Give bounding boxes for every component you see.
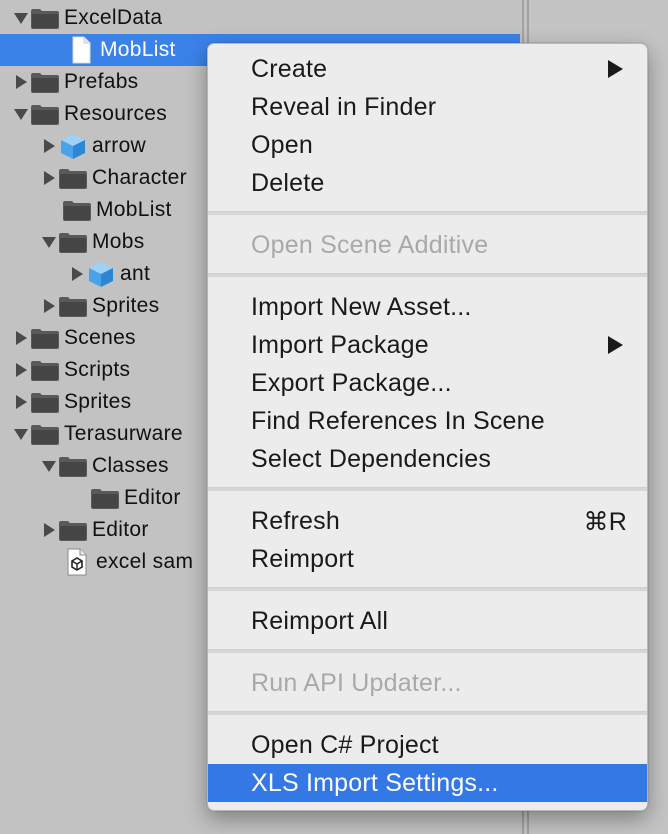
menu-item-reimport[interactable]: Reimport xyxy=(208,540,647,578)
collapsed-arrow-icon[interactable] xyxy=(12,393,30,411)
collapsed-arrow-icon[interactable] xyxy=(12,329,30,347)
menu-separator xyxy=(208,487,647,491)
expanded-arrow-icon[interactable] xyxy=(12,105,30,123)
submenu-arrow-icon xyxy=(608,60,623,78)
collapsed-arrow-icon[interactable] xyxy=(12,73,30,91)
menu-separator xyxy=(208,211,647,215)
menu-item-reveal-in-finder[interactable]: Reveal in Finder xyxy=(208,88,647,126)
menu-item-find-references-in-scene[interactable]: Find References In Scene xyxy=(208,402,647,440)
menu-item-label: Import New Asset... xyxy=(251,293,472,321)
tree-item-label: MobList xyxy=(96,198,172,221)
folder-icon xyxy=(30,325,60,351)
menu-item-label: XLS Import Settings... xyxy=(251,769,499,797)
menu-item-open-scene-additive: Open Scene Additive xyxy=(208,226,647,264)
folder-icon xyxy=(58,229,88,255)
folder-icon xyxy=(90,485,120,511)
folder-icon xyxy=(30,69,60,95)
folder-icon xyxy=(58,517,88,543)
collapsed-arrow-icon[interactable] xyxy=(68,265,86,283)
tree-item-label: Terasurware xyxy=(64,422,183,445)
tree-item-label: Sprites xyxy=(92,294,160,317)
menu-separator xyxy=(208,711,647,715)
tree-item-label: Classes xyxy=(92,454,169,477)
tree-item-label: MobList xyxy=(100,38,176,61)
tree-item-label: arrow xyxy=(92,134,147,157)
menu-item-delete[interactable]: Delete xyxy=(208,164,647,202)
collapsed-arrow-icon[interactable] xyxy=(40,137,58,155)
document-icon xyxy=(66,36,96,64)
tree-item-label: Scenes xyxy=(64,326,136,349)
menu-item-label: Find References In Scene xyxy=(251,407,545,435)
tree-item-exceldata[interactable]: ExcelData xyxy=(0,2,520,34)
menu-item-label: Export Package... xyxy=(251,369,452,397)
prefab-cube-icon xyxy=(86,261,116,287)
menu-item-run-api-updater: Run API Updater... xyxy=(208,664,647,702)
tree-item-label: Editor xyxy=(124,486,181,509)
context-menu: Create Reveal in Finder Open Delete Open… xyxy=(207,43,648,811)
tree-item-label: ant xyxy=(120,262,151,285)
menu-separator xyxy=(208,273,647,277)
menu-item-create[interactable]: Create xyxy=(208,50,647,88)
tree-item-label: Mobs xyxy=(92,230,145,253)
unity-scene-icon xyxy=(62,548,92,576)
folder-icon xyxy=(30,5,60,31)
folder-icon xyxy=(58,453,88,479)
menu-item-reimport-all[interactable]: Reimport All xyxy=(208,602,647,640)
folder-icon xyxy=(30,389,60,415)
menu-item-label: Run API Updater... xyxy=(251,669,462,697)
folder-icon xyxy=(30,101,60,127)
tree-item-label: Sprites xyxy=(64,390,132,413)
menu-item-refresh[interactable]: Refresh ⌘R xyxy=(208,502,647,540)
unity-editor-window: ExcelData MobList Prefabs Resources arro… xyxy=(0,0,668,834)
collapsed-arrow-icon[interactable] xyxy=(40,521,58,539)
menu-item-export-package[interactable]: Export Package... xyxy=(208,364,647,402)
submenu-arrow-icon xyxy=(608,336,623,354)
tree-item-label: Resources xyxy=(64,102,168,125)
collapsed-arrow-icon[interactable] xyxy=(40,169,58,187)
menu-item-label: Refresh xyxy=(251,507,340,535)
expanded-arrow-icon[interactable] xyxy=(12,425,30,443)
menu-item-label: Open xyxy=(251,131,313,159)
menu-separator xyxy=(208,587,647,591)
menu-item-import-new-asset[interactable]: Import New Asset... xyxy=(208,288,647,326)
folder-icon xyxy=(62,197,92,223)
menu-item-label: Import Package xyxy=(251,331,429,359)
collapsed-arrow-icon[interactable] xyxy=(12,361,30,379)
tree-item-label: Character xyxy=(92,166,187,189)
menu-item-label: Select Dependencies xyxy=(251,445,492,473)
menu-item-xls-import-settings[interactable]: XLS Import Settings... xyxy=(208,764,647,802)
expanded-arrow-icon[interactable] xyxy=(40,457,58,475)
expanded-arrow-icon[interactable] xyxy=(40,233,58,251)
expanded-arrow-icon[interactable] xyxy=(12,9,30,27)
menu-separator xyxy=(208,649,647,653)
tree-item-label: Prefabs xyxy=(64,70,139,93)
menu-item-label: Reveal in Finder xyxy=(251,93,437,121)
folder-icon xyxy=(58,293,88,319)
folder-icon xyxy=(58,165,88,191)
folder-icon xyxy=(30,357,60,383)
prefab-cube-icon xyxy=(58,133,88,159)
collapsed-arrow-icon[interactable] xyxy=(40,297,58,315)
menu-item-open-csharp-project[interactable]: Open C# Project xyxy=(208,726,647,764)
menu-item-label: Open Scene Additive xyxy=(251,231,489,259)
menu-item-label: Reimport All xyxy=(251,607,389,635)
menu-item-import-package[interactable]: Import Package xyxy=(208,326,647,364)
tree-item-label: Editor xyxy=(92,518,149,541)
menu-item-label: Reimport xyxy=(251,545,355,573)
menu-item-select-dependencies[interactable]: Select Dependencies xyxy=(208,440,647,478)
tree-item-label: excel sam xyxy=(96,550,194,573)
menu-item-label: Open C# Project xyxy=(251,731,439,759)
menu-item-open[interactable]: Open xyxy=(208,126,647,164)
menu-item-label: Delete xyxy=(251,169,325,197)
tree-item-label: Scripts xyxy=(64,358,131,381)
menu-item-label: Create xyxy=(251,55,328,83)
folder-icon xyxy=(30,421,60,447)
menu-item-shortcut: ⌘R xyxy=(583,508,627,536)
tree-item-label: ExcelData xyxy=(64,6,163,29)
